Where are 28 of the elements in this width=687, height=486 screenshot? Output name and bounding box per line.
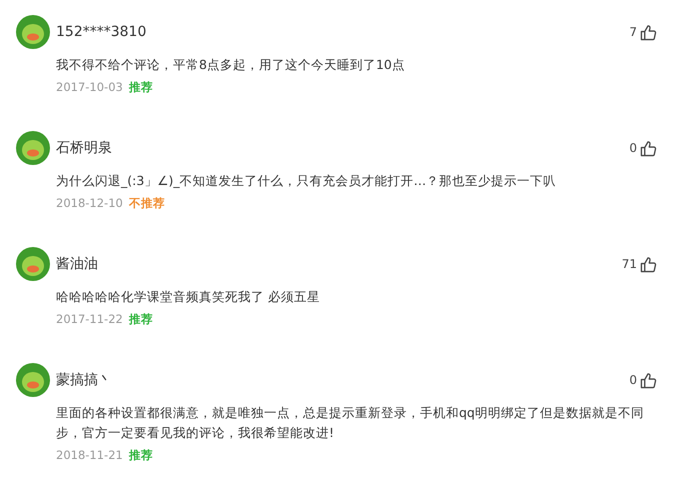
like-count: 0 (629, 141, 637, 155)
recommendation-label: 推荐 (128, 448, 153, 463)
like-count: 0 (629, 373, 637, 387)
comment-text: 里面的各种设置都很满意，就是唯独一点，总是提示重新登录，手机和qq明明绑定了但是数据就是不同步，官方一定要看见我的评论，我很希望能改进! (56, 404, 645, 442)
recommendation-label: 推荐 (128, 312, 153, 327)
comment-date: 2017-11-22 (56, 312, 123, 327)
comment-text: 哈哈哈哈哈化学课堂音频真笑死我了 必须五星 (56, 288, 321, 306)
user-name: 石桥明泉 (56, 139, 113, 157)
comment-date: 2018-11-21 (56, 448, 123, 463)
user-name: 酱油油 (56, 255, 99, 273)
comment-text: 为什么闪退_(:3」∠)_不知道发生了什么，只有充会员才能打开…？那也至少提示一下叭 (56, 172, 558, 190)
recommendation-label: 推荐 (128, 80, 153, 95)
user-name: 蒙搞搞丶 (56, 371, 113, 389)
avatar-icon (16, 363, 50, 397)
avatar-icon (16, 131, 50, 165)
thumbs-up-icon[interactable] (640, 372, 657, 388)
thumbs-up-icon[interactable] (640, 24, 657, 40)
user-name: 152****3810 (56, 24, 148, 40)
avatar-icon (16, 15, 50, 49)
comment-date: 2018-12-10 (56, 196, 123, 211)
recommendation-label: 不推荐 (128, 196, 165, 211)
thumbs-up-icon[interactable] (640, 140, 657, 156)
avatar-icon (16, 247, 50, 281)
comment-date: 2017-10-03 (56, 80, 123, 95)
comment-text: 我不得不给个评论，平常8点多起，用了这个今天睡到了10点 (56, 56, 406, 74)
like-count: 71 (622, 257, 637, 271)
like-count: 7 (629, 25, 637, 39)
thumbs-up-icon[interactable] (640, 256, 657, 272)
